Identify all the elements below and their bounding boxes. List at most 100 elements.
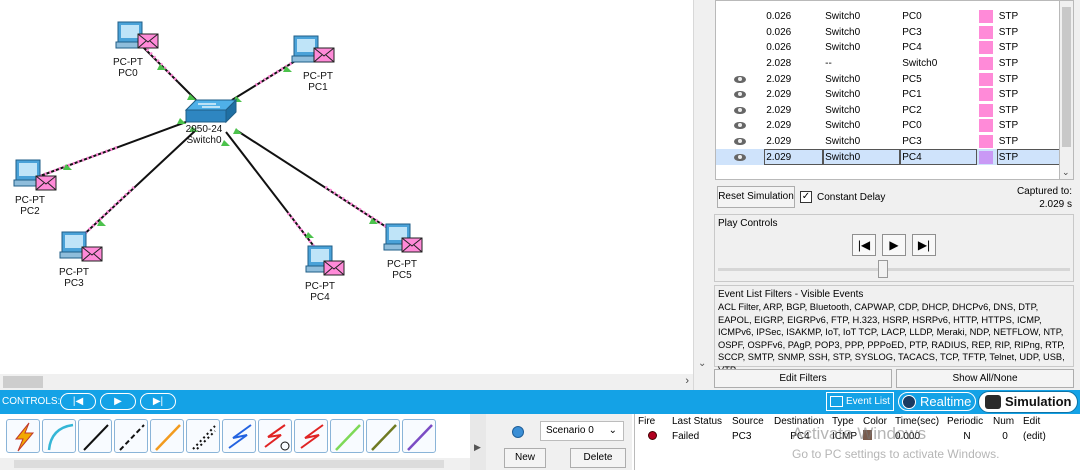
tools-scrollbar[interactable] [0,458,470,470]
event-list-button[interactable]: Event List [826,392,894,411]
serial-dte-tool[interactable] [294,419,328,453]
device-type: PC-PT [113,57,143,68]
eye-icon[interactable] [734,75,747,83]
color-cell [977,87,996,103]
forward-button[interactable]: ▶| [140,393,176,410]
edit-link[interactable]: (edit) [1020,429,1050,444]
tools-splitter[interactable]: ▶ [470,414,486,470]
reset-simulation-button[interactable]: Reset Simulation [717,186,795,208]
scrollbar-thumb[interactable] [3,376,43,388]
step-back-button[interactable]: |◀ [852,234,876,256]
panel-splitter[interactable]: ⌄ [693,0,712,390]
simulation-controls-row: Reset Simulation ✓ Constant Delay Captur… [715,183,1074,211]
at-device-cell: PC0 [902,120,922,132]
last-device-cell: Switch0 [825,73,861,85]
fire-cell[interactable] [635,429,669,444]
edit-filters-button[interactable]: Edit Filters [714,369,892,388]
realtime-mode-button[interactable]: Realtime [898,392,976,411]
serial-dce-tool[interactable] [258,419,292,453]
play-button[interactable]: ▶ [882,234,906,256]
scenario-select[interactable]: Scenario 0 ⌄ [540,421,624,441]
visible-cell[interactable] [716,25,764,41]
type-cell: STP [998,89,1019,101]
event-row[interactable]: 2.029 Switch0 PC1 STP [716,87,1059,103]
event-row[interactable]: 0.026 Switch0 PC0 STP [716,9,1059,25]
phone-cable-tool[interactable] [186,419,220,453]
event-row[interactable]: 0.026 Switch0 PC3 STP [716,25,1059,41]
delete-scenario-button[interactable]: Delete [570,448,626,468]
pdu-envelope-icon[interactable] [401,237,423,253]
event-list-scrollbar[interactable]: ⌄ [1060,0,1074,180]
pdu-envelope-icon[interactable] [323,260,345,276]
usb-cable-tool[interactable] [402,419,436,453]
visible-cell[interactable] [716,40,764,56]
fiber-tool[interactable] [150,419,184,453]
pdu-envelope-icon[interactable] [137,33,159,49]
visible-cell[interactable] [716,71,764,87]
at-device-cell: PC4 [900,149,978,165]
link-pc5[interactable] [235,129,395,234]
visible-cell[interactable] [716,149,765,165]
console-cable-tool[interactable] [42,419,76,453]
straight-through-tool[interactable] [78,419,112,453]
step-back-icon: |◀ [857,238,871,252]
pdu-row[interactable]: Failed PC3 PC4 ICMP 0.000 N 0 (edit) [635,429,1050,444]
visible-cell[interactable] [716,9,764,25]
eye-icon[interactable] [734,137,747,145]
pdu-envelope-icon[interactable] [313,47,335,63]
link-pc4[interactable] [225,131,328,263]
pdu-column-header: Num [993,416,1015,427]
workspace-horizontal-scrollbar[interactable]: › [0,374,693,390]
eye-icon[interactable] [734,106,747,114]
chevron-down-icon: ⌄ [608,425,617,436]
new-scenario-button[interactable]: New [504,448,546,468]
captured-label: Captured to: [1016,186,1072,197]
visible-cell[interactable] [716,56,764,72]
eye-icon[interactable] [734,122,747,130]
serial-dce-icon [264,424,290,451]
iot-custom-cable-tool[interactable] [366,419,400,453]
at-device-cell: PC1 [902,89,922,101]
chevron-down-icon[interactable]: ⌄ [698,358,706,369]
chevron-down-icon[interactable]: ⌄ [1062,167,1070,178]
pdu-envelope-icon[interactable] [81,246,103,262]
back-button[interactable]: |◀ [60,393,96,410]
switch-icon[interactable] [184,98,238,124]
event-row[interactable]: 2.029 Switch0 PC5 STP [716,71,1059,87]
scrollbar-thumb[interactable] [14,460,444,468]
auto-connection-tool[interactable] [6,419,40,453]
eye-icon[interactable] [734,91,747,99]
constant-delay-checkbox[interactable]: ✓ [800,191,812,203]
event-row[interactable]: 2.028 -- Switch0 STP [716,56,1059,72]
visible-cell[interactable] [716,118,764,134]
octal-cable-tool[interactable] [330,419,364,453]
slider-thumb[interactable] [878,260,888,278]
periodic-cell: N [963,431,971,442]
network-workspace[interactable]: PC-PT PC0 PC-PT PC1 PC-PT PC2 PC-PT PC3 … [0,0,693,390]
coaxial-tool[interactable] [222,419,256,453]
expand-right-icon[interactable]: ▶ [474,442,481,453]
event-row[interactable]: 2.029 Switch0 PC2 STP [716,103,1059,119]
play-speed-slider[interactable] [718,268,1070,271]
simulation-mode-button[interactable]: Simulation [978,391,1078,413]
fire-icon[interactable] [647,430,657,440]
eye-icon[interactable] [734,153,747,161]
scrollbar-thumb[interactable] [1062,7,1071,147]
event-row[interactable]: 2.029 Switch0 PC3 STP [716,134,1059,150]
pdu-envelope-icon[interactable] [35,175,57,191]
step-forward-button[interactable]: ▶| [912,234,936,256]
visible-cell[interactable] [716,103,764,119]
event-row[interactable]: 0.026 Switch0 PC4 STP [716,40,1059,56]
play-button[interactable]: ▶ [100,393,136,410]
device-type: PC-PT [305,281,335,292]
show-all-none-button[interactable]: Show All/None [896,369,1074,388]
crossover-tool[interactable] [114,419,148,453]
link-pc3[interactable] [76,129,197,242]
link-pc2[interactable] [39,121,187,178]
event-row[interactable]: 2.029 Switch0 PC4 STP [716,149,1059,165]
event-row[interactable]: 2.029 Switch0 PC0 STP [716,118,1059,134]
visible-cell[interactable] [716,134,764,150]
visible-cell[interactable] [716,87,764,103]
scroll-right-icon[interactable]: › [685,375,689,387]
device-type: PC-PT [387,259,417,270]
